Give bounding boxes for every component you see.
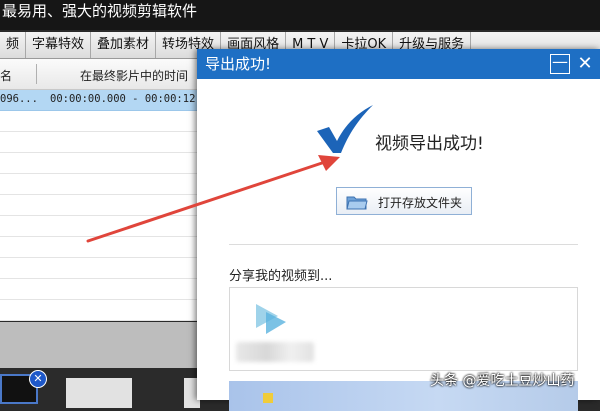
annotation-arrow (86, 155, 340, 243)
watermark: 头条 @爱吃土豆炒山药 (430, 373, 575, 389)
